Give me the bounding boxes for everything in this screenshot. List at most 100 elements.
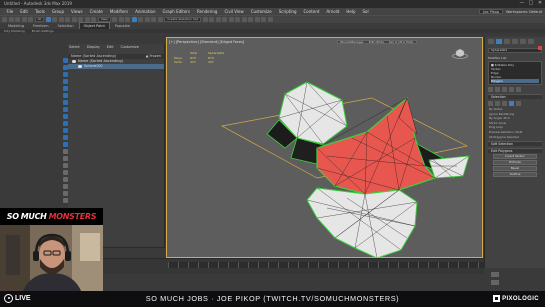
bind-space-warp-icon[interactable]: [28, 17, 33, 22]
perspective-viewport[interactable]: [+] [Perspective] [Standard] [Edged Face…: [166, 37, 483, 258]
toggle-layer-explorer-icon[interactable]: [222, 17, 227, 22]
stack-item-polygon[interactable]: Polygon: [491, 79, 539, 83]
utilities-tab-icon[interactable]: [528, 39, 534, 44]
visibility-icon[interactable]: [78, 65, 82, 68]
move-icon[interactable]: [71, 17, 77, 22]
ribbon-brush-settings[interactable]: Brush Settings: [32, 29, 54, 33]
vertex-mode-icon[interactable]: [488, 101, 493, 106]
element-mode-icon[interactable]: [516, 101, 521, 106]
menu-civil-view[interactable]: Civil View: [221, 8, 247, 15]
snaps-toggle-icon[interactable]: [131, 17, 137, 22]
menu-views[interactable]: Views: [68, 8, 87, 15]
modifier-list-dropdown[interactable]: Modifier List: [488, 56, 542, 60]
border-mode-icon[interactable]: [502, 101, 507, 106]
menu-tools[interactable]: Tools: [31, 8, 48, 15]
timeline-slider[interactable]: [168, 262, 484, 268]
spinner-snap-icon[interactable]: [151, 17, 157, 22]
soft-selection-rollout-header[interactable]: Soft Selection: [488, 141, 542, 147]
column-frozen[interactable]: ▲ Frozen: [146, 54, 161, 59]
selection-rollout-header[interactable]: Selection: [488, 94, 542, 99]
menu-customize[interactable]: Customize: [247, 8, 275, 15]
explorer-menu-customize[interactable]: Customize: [121, 45, 139, 50]
menu-create[interactable]: Create: [86, 8, 106, 15]
window-crossing-icon[interactable]: [65, 17, 71, 22]
close-button[interactable]: ✕: [537, 1, 543, 6]
schematic-view-icon[interactable]: [241, 17, 247, 22]
bevel-button[interactable]: Bevel: [493, 166, 537, 172]
ribbon-poly-modeling[interactable]: Poly Modeling: [4, 29, 25, 33]
extrude-button[interactable]: Extrude: [493, 160, 537, 166]
graphite-toolbar-icon[interactable]: [228, 17, 234, 22]
menu-animation[interactable]: Animation: [132, 8, 159, 15]
select-by-name-icon[interactable]: [52, 17, 58, 22]
motion-tab-icon[interactable]: [512, 39, 518, 44]
menu-help[interactable]: Help: [343, 8, 359, 15]
keyboard-shortcut-icon[interactable]: [125, 17, 131, 22]
maximize-button[interactable]: □: [528, 1, 534, 6]
user-account-dropdown[interactable]: Joe Pikop: [479, 9, 503, 14]
material-editor-icon[interactable]: [248, 17, 253, 22]
pin-stack-icon[interactable]: [488, 87, 493, 92]
undo-icon[interactable]: [2, 17, 7, 22]
select-object-icon[interactable]: [45, 17, 51, 22]
menu-content[interactable]: Content: [300, 8, 323, 15]
select-manipulate-icon[interactable]: [118, 17, 124, 22]
named-selection-dropdown[interactable]: Create Selection Set: [164, 17, 201, 22]
modify-tab-icon[interactable]: [496, 39, 502, 44]
edit-polygons-rollout-header[interactable]: Edit Polygons: [488, 148, 542, 154]
minimize-button[interactable]: —: [519, 1, 525, 6]
pivot-center-icon[interactable]: [112, 17, 118, 22]
redo-icon[interactable]: [8, 17, 14, 22]
object-color-swatch[interactable]: [538, 46, 542, 50]
viewcube-icon[interactable]: [452, 48, 468, 59]
curve-editor-icon[interactable]: [235, 17, 240, 22]
configure-sets-icon[interactable]: [516, 87, 521, 92]
menu-edit[interactable]: Edit: [17, 8, 32, 15]
make-unique-icon[interactable]: [502, 87, 507, 92]
rectangular-selection-icon[interactable]: [58, 17, 64, 22]
stats-verts-label: Verts:: [174, 60, 183, 64]
viewport-label[interactable]: [+] [Perspective] [Standard] [Edged Face…: [169, 40, 244, 44]
auto-key-button[interactable]: [491, 272, 499, 277]
show-end-result-icon[interactable]: [495, 87, 500, 92]
link-icon[interactable]: [15, 17, 20, 22]
percent-snap-icon[interactable]: [144, 17, 150, 22]
menu-file[interactable]: File: [3, 8, 17, 15]
create-tab-icon[interactable]: [488, 39, 494, 44]
menu-modifiers[interactable]: Modifiers: [106, 8, 131, 15]
selection-filter-dropdown[interactable]: All: [34, 17, 45, 22]
hierarchy-tab-icon[interactable]: [504, 39, 510, 44]
display-tab-icon[interactable]: [520, 39, 526, 44]
align-icon[interactable]: [209, 17, 214, 22]
explorer-menu-select[interactable]: Select: [69, 45, 80, 50]
zbrush-manager-button[interactable]: ZbrushManager: [340, 40, 364, 44]
explorer-menu-edit[interactable]: Edit: [107, 45, 114, 50]
mirror-icon[interactable]: [202, 17, 208, 22]
render-setup-icon[interactable]: [254, 17, 260, 22]
set-key-button[interactable]: [491, 280, 499, 285]
outline-button[interactable]: Outline: [493, 172, 537, 178]
menu-scripting[interactable]: Scripting: [275, 8, 300, 15]
toggle-scene-explorer-icon[interactable]: [215, 17, 221, 22]
render-production-icon[interactable]: [267, 17, 273, 22]
object-name-field[interactable]: Sphere001: [488, 48, 542, 53]
edge-mode-icon[interactable]: [495, 101, 500, 106]
visibility-icon[interactable]: [72, 60, 76, 63]
preview-selection-value[interactable]: Multi: [516, 130, 523, 134]
viewport-canvas[interactable]: [167, 38, 483, 258]
menu-graph-editors[interactable]: Graph Editors: [159, 8, 193, 15]
polygon-mode-icon[interactable]: [509, 101, 514, 106]
remove-modifier-icon[interactable]: [509, 87, 514, 92]
list-item[interactable]: Sphere001: [68, 64, 164, 69]
rendered-frame-window-icon[interactable]: [261, 17, 266, 22]
insert-vertex-button[interactable]: Insert Vertex: [493, 154, 537, 160]
explorer-menu-display[interactable]: Display: [87, 45, 100, 50]
edit-named-selection-icon[interactable]: [157, 17, 163, 22]
workspace-label[interactable]: Workspaces: Default: [506, 10, 542, 14]
menu-rendering[interactable]: Rendering: [194, 8, 221, 15]
menu-sol[interactable]: Sol: [359, 8, 372, 15]
menu-arnold[interactable]: Arnold: [323, 8, 343, 15]
unlink-icon[interactable]: [21, 17, 27, 22]
angle-snap-icon[interactable]: [138, 17, 144, 22]
menu-group[interactable]: Group: [48, 8, 67, 15]
